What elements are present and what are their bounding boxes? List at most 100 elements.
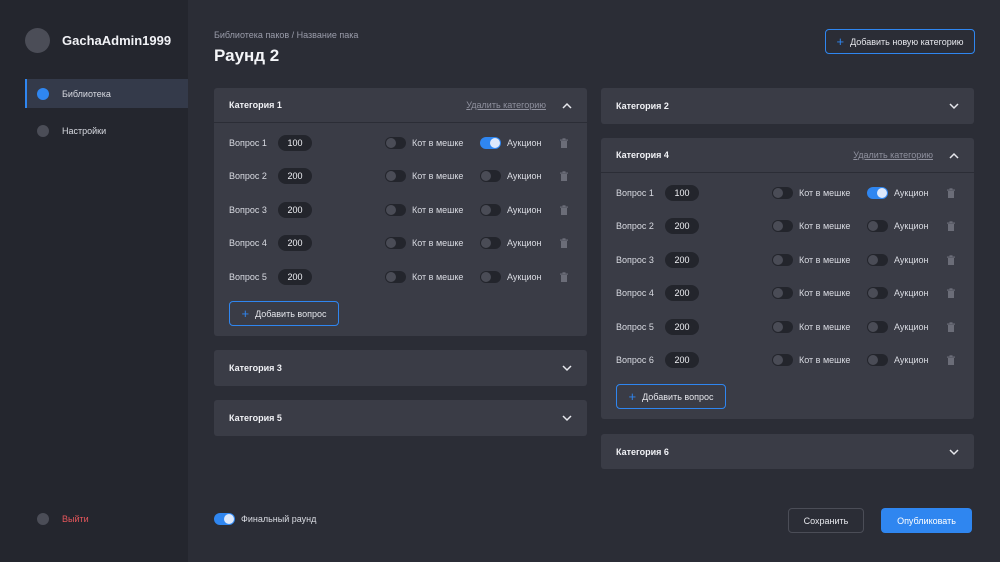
chevron-up-icon[interactable] bbox=[561, 99, 573, 111]
chevron-down-icon[interactable] bbox=[948, 445, 960, 457]
sidebar-item-label: Библиотека bbox=[62, 88, 111, 99]
trash-icon[interactable] bbox=[559, 171, 569, 182]
delete-category-link[interactable]: Удалить категорию bbox=[466, 100, 546, 110]
chevron-down-icon[interactable] bbox=[561, 411, 573, 423]
delete-category-link[interactable]: Удалить категорию bbox=[853, 150, 933, 160]
cat-in-bag-label: Кот в мешке bbox=[799, 321, 851, 332]
cat-in-bag-toggle[interactable] bbox=[385, 237, 406, 250]
question-row: Вопрос 4 200 Кот в мешке Аукцион bbox=[601, 284, 974, 304]
auction-toggle[interactable] bbox=[480, 203, 501, 216]
cat-in-bag-label: Кот в мешке bbox=[412, 271, 464, 282]
logout-label: Выйти bbox=[62, 513, 89, 524]
add-question-button[interactable]: + Добавить вопрос bbox=[616, 384, 726, 410]
category-header[interactable]: Категория 6 bbox=[601, 434, 974, 469]
auction-label: Аукцион bbox=[507, 138, 542, 148]
cat-in-bag-toggle[interactable] bbox=[385, 170, 406, 183]
category-header[interactable]: Категория 5 bbox=[214, 400, 587, 435]
chevron-up-icon[interactable] bbox=[948, 149, 960, 161]
category-card: Категория 6 bbox=[601, 434, 974, 469]
trash-icon[interactable] bbox=[559, 205, 569, 216]
user-profile[interactable]: GachaAdmin1999 bbox=[25, 28, 171, 53]
question-label: Вопрос 5 bbox=[616, 321, 654, 332]
cat-in-bag-label: Кот в мешке bbox=[799, 254, 851, 265]
trash-icon[interactable] bbox=[559, 238, 569, 249]
trash-icon[interactable] bbox=[559, 271, 569, 283]
plus-icon: + bbox=[628, 389, 637, 405]
category-header[interactable]: Категория 4 Удалить категорию bbox=[601, 138, 974, 173]
cat-in-bag-toggle[interactable] bbox=[772, 320, 793, 333]
question-value-input[interactable]: 200 bbox=[665, 285, 699, 302]
question-row: Вопрос 6 200 Кот в мешке Аукцион bbox=[601, 351, 974, 371]
publish-button[interactable]: Опубликовать bbox=[881, 508, 972, 533]
trash-icon[interactable] bbox=[946, 188, 956, 199]
question-value-input[interactable]: 200 bbox=[665, 352, 699, 368]
auction-toggle[interactable] bbox=[867, 287, 888, 300]
breadcrumb[interactable]: Библиотека паков / Название пака bbox=[214, 30, 358, 40]
question-value-input[interactable]: 100 bbox=[665, 185, 699, 201]
trash-icon[interactable] bbox=[946, 288, 956, 299]
auction-toggle[interactable] bbox=[867, 220, 888, 233]
category-header[interactable]: Категория 1 Удалить категорию bbox=[214, 88, 587, 123]
cat-in-bag-toggle[interactable] bbox=[385, 270, 406, 283]
final-round-label: Финальный раунд bbox=[241, 514, 317, 524]
cat-in-bag-label: Кот в мешке bbox=[412, 171, 464, 182]
add-category-label: Добавить новую категорию bbox=[850, 36, 964, 47]
question-value-input[interactable]: 200 bbox=[665, 318, 699, 335]
logout-button[interactable]: Выйти bbox=[25, 504, 188, 533]
auction-toggle[interactable] bbox=[867, 187, 888, 199]
cat-in-bag-label: Кот в мешке bbox=[412, 204, 464, 215]
cat-in-bag-toggle[interactable] bbox=[772, 220, 793, 233]
auction-toggle[interactable] bbox=[867, 320, 888, 333]
add-question-label: Добавить вопрос bbox=[255, 308, 327, 319]
trash-icon[interactable] bbox=[946, 321, 956, 333]
category-header[interactable]: Категория 3 bbox=[214, 350, 587, 385]
category-title: Категория 5 bbox=[229, 412, 282, 423]
chevron-down-icon[interactable] bbox=[561, 361, 573, 373]
question-value-input[interactable]: 200 bbox=[278, 235, 312, 252]
question-label: Вопрос 5 bbox=[229, 271, 267, 282]
cat-in-bag-toggle[interactable] bbox=[385, 203, 406, 216]
question-value-input[interactable]: 100 bbox=[278, 135, 312, 151]
cat-in-bag-label: Кот в мешке bbox=[799, 355, 851, 365]
trash-icon[interactable] bbox=[559, 138, 569, 149]
category-title: Категория 6 bbox=[616, 446, 669, 457]
cat-in-bag-toggle[interactable] bbox=[772, 253, 793, 266]
question-row: Вопрос 4 200 Кот в мешке Аукцион bbox=[214, 234, 587, 254]
auction-toggle[interactable] bbox=[867, 253, 888, 266]
cat-in-bag-label: Кот в мешке bbox=[412, 138, 464, 148]
auction-toggle[interactable] bbox=[480, 270, 501, 283]
question-row: Вопрос 2 200 Кот в мешке Аукцион bbox=[214, 167, 587, 187]
question-label: Вопрос 3 bbox=[229, 204, 267, 215]
question-row: Вопрос 1 100 Кот в мешке Аукцион bbox=[601, 184, 974, 204]
question-value-input[interactable]: 200 bbox=[278, 268, 312, 285]
cat-in-bag-toggle[interactable] bbox=[772, 287, 793, 300]
save-button[interactable]: Сохранить bbox=[788, 508, 864, 533]
auction-toggle[interactable] bbox=[480, 137, 501, 149]
question-value-input[interactable]: 200 bbox=[278, 201, 312, 218]
trash-icon[interactable] bbox=[946, 221, 956, 232]
add-category-button[interactable]: + Добавить новую категорию bbox=[825, 29, 975, 54]
cat-in-bag-toggle[interactable] bbox=[772, 354, 793, 366]
add-question-button[interactable]: + Добавить вопрос bbox=[229, 301, 339, 326]
trash-icon[interactable] bbox=[946, 355, 956, 366]
auction-toggle[interactable] bbox=[480, 170, 501, 183]
question-row: Вопрос 3 200 Кот в мешке Аукцион bbox=[601, 251, 974, 271]
final-round-toggle-row[interactable]: Финальный раунд bbox=[214, 513, 316, 525]
sidebar-item-library[interactable]: Библиотека bbox=[25, 79, 188, 108]
sidebar-item-settings[interactable]: Настройки bbox=[25, 116, 188, 145]
auction-toggle[interactable] bbox=[867, 354, 888, 366]
question-value-input[interactable]: 200 bbox=[665, 251, 699, 268]
cat-in-bag-toggle[interactable] bbox=[772, 187, 793, 199]
question-value-input[interactable]: 200 bbox=[665, 218, 699, 235]
category-header[interactable]: Категория 2 bbox=[601, 88, 974, 123]
trash-icon[interactable] bbox=[946, 255, 956, 266]
question-value-input[interactable]: 200 bbox=[278, 168, 312, 185]
add-question-label: Добавить вопрос bbox=[642, 391, 714, 402]
category-card: Категория 2 bbox=[601, 88, 974, 124]
cat-in-bag-label: Кот в мешке bbox=[799, 221, 851, 232]
question-row: Вопрос 3 200 Кот в мешке Аукцион bbox=[214, 201, 587, 221]
final-round-toggle[interactable] bbox=[214, 513, 235, 525]
chevron-down-icon[interactable] bbox=[948, 99, 960, 111]
cat-in-bag-toggle[interactable] bbox=[385, 137, 406, 149]
auction-toggle[interactable] bbox=[480, 237, 501, 250]
